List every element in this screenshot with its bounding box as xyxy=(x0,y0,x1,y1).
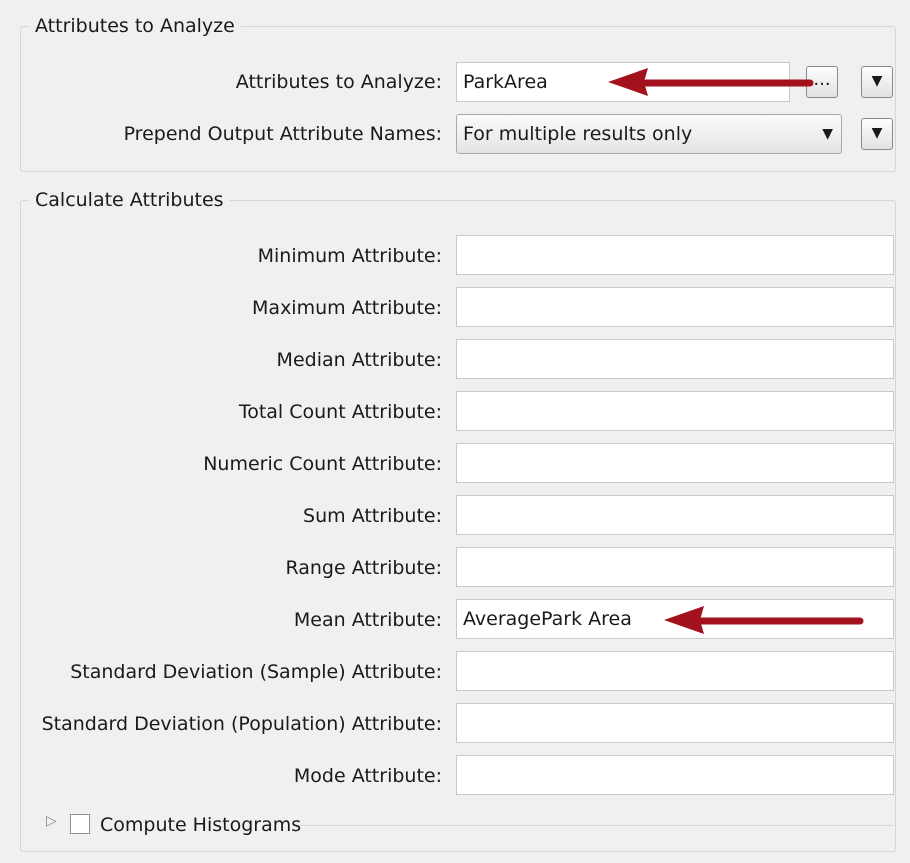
compute-histograms-checkbox[interactable] xyxy=(70,814,90,834)
std-dev-sample-attribute-input[interactable] xyxy=(456,651,894,691)
row-label: Median Attribute: xyxy=(276,349,442,371)
expand-triangle-icon[interactable]: ▷ xyxy=(46,813,57,829)
numeric-count-attribute-input[interactable] xyxy=(456,443,894,483)
range-attribute-input[interactable] xyxy=(456,547,894,587)
prepend-output-label: Prepend Output Attribute Names: xyxy=(123,123,442,145)
attributes-to-analyze-label: Attributes to Analyze: xyxy=(235,71,442,93)
row-label: Numeric Count Attribute: xyxy=(203,453,442,475)
group-title: Calculate Attributes xyxy=(29,188,230,212)
chevron-down-icon: ▼ xyxy=(822,126,833,142)
sum-attribute-input[interactable] xyxy=(456,495,894,535)
row-label: Mean Attribute: xyxy=(293,609,442,631)
row-label: Minimum Attribute: xyxy=(257,245,442,267)
annotation-arrow-icon xyxy=(664,606,864,634)
annotation-arrow-icon xyxy=(608,68,814,96)
median-attribute-input[interactable] xyxy=(456,339,894,379)
std-dev-population-attribute-input[interactable] xyxy=(456,703,894,743)
prepend-output-select[interactable]: For multiple results only ▼ xyxy=(456,114,842,154)
row-label: Maximum Attribute: xyxy=(252,297,442,319)
compute-histograms-label: Compute Histograms xyxy=(100,814,302,836)
maximum-attribute-input[interactable] xyxy=(456,287,894,327)
row-label: Mode Attribute: xyxy=(293,765,442,787)
section-divider xyxy=(300,825,894,826)
row-label: Standard Deviation (Sample) Attribute: xyxy=(70,661,442,683)
triangle-down-icon: ▼ xyxy=(871,73,883,89)
group-title: Attributes to Analyze xyxy=(29,14,241,38)
row-label: Standard Deviation (Population) Attribut… xyxy=(41,713,442,735)
row-label: Total Count Attribute: xyxy=(238,401,442,423)
total-count-attribute-input[interactable] xyxy=(456,391,894,431)
prepend-output-value: For multiple results only xyxy=(463,123,693,145)
row-label: Range Attribute: xyxy=(285,557,442,579)
prepend-menu-button[interactable]: ▼ xyxy=(861,118,893,150)
mode-attribute-input[interactable] xyxy=(456,755,894,795)
minimum-attribute-input[interactable] xyxy=(456,235,894,275)
attributes-menu-button[interactable]: ▼ xyxy=(861,66,893,98)
triangle-down-icon: ▼ xyxy=(871,125,883,141)
row-label: Sum Attribute: xyxy=(303,505,442,527)
